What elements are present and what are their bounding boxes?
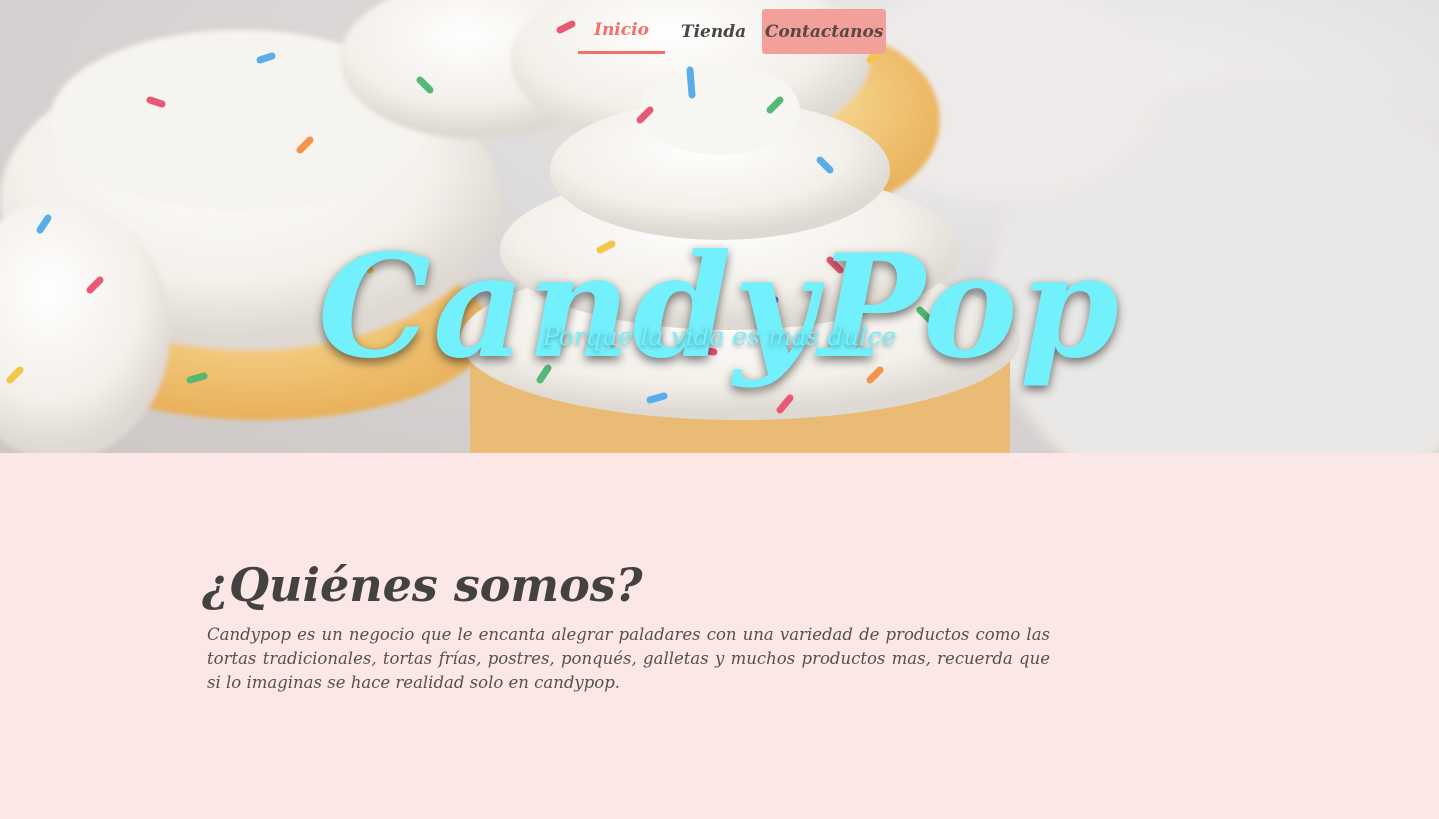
about-description: Candypop es un negocio que le encanta al…: [207, 625, 1050, 692]
brand-tagline: Porque la vida es mas dulce: [542, 322, 897, 351]
brand-title: CandyPop: [317, 224, 1122, 391]
hero-banner: Inicio Tienda Contactanos CandyPop Porqu…: [0, 0, 1439, 453]
nav-link-inicio[interactable]: Inicio: [578, 9, 665, 54]
about-title: ¿Quiénes somos?: [202, 558, 643, 612]
main-nav: Inicio Tienda Contactanos: [578, 9, 887, 54]
nav-button-contactanos[interactable]: Contactanos: [762, 9, 887, 54]
about-section: ¿Quiénes somos? Candypop es un negocio q…: [0, 453, 1439, 819]
nav-link-tienda[interactable]: Tienda: [665, 9, 762, 54]
